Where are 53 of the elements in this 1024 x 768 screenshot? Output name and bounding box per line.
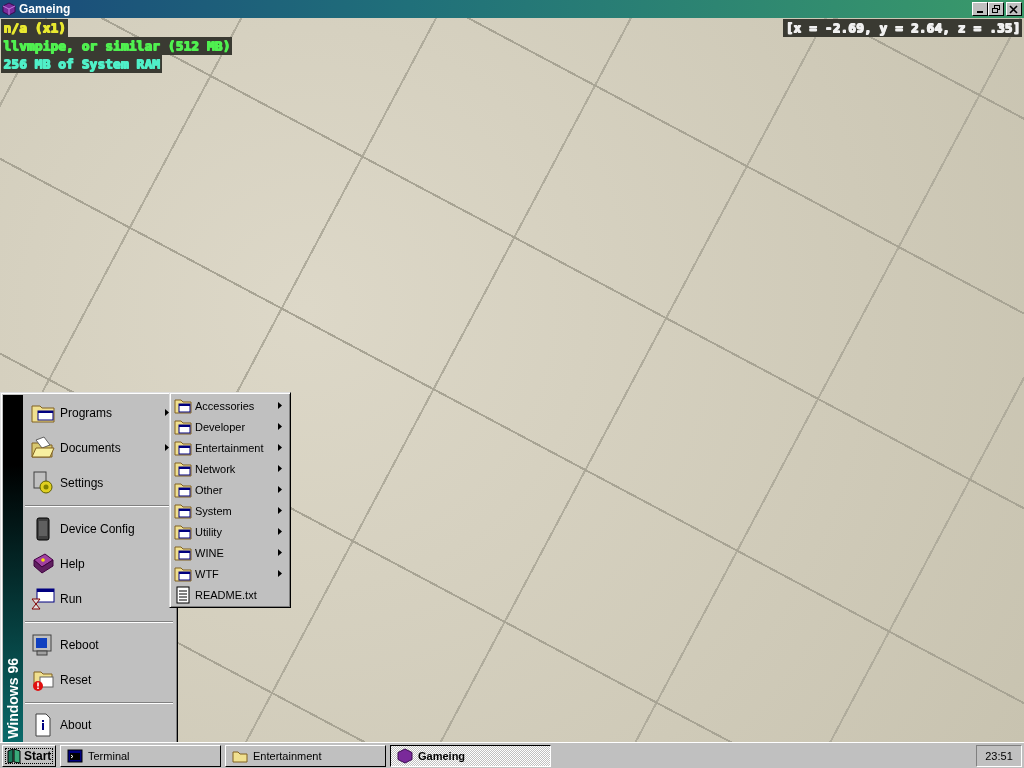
minimize-icon bbox=[977, 10, 983, 13]
window-title: Gameing bbox=[19, 2, 72, 16]
submenu-item[interactable]: WTF bbox=[172, 563, 288, 584]
hourglass-window-icon bbox=[31, 587, 55, 612]
folder-icon bbox=[174, 564, 192, 583]
taskbar-button[interactable]: Terminal bbox=[60, 744, 221, 767]
folder-icon bbox=[174, 522, 192, 541]
submenu-item[interactable]: System bbox=[172, 500, 288, 521]
monitor-icon bbox=[31, 632, 55, 657]
notepad-icon bbox=[174, 585, 192, 604]
restore-button[interactable] bbox=[988, 2, 1004, 16]
terminal-icon bbox=[67, 747, 83, 764]
cube-icon bbox=[397, 747, 413, 764]
cube-icon bbox=[2, 2, 16, 16]
menu-item[interactable]: About bbox=[23, 707, 175, 742]
restore-icon bbox=[991, 4, 1001, 14]
submenu-item[interactable]: Network bbox=[172, 458, 288, 479]
menu-item[interactable]: Reset bbox=[23, 662, 175, 698]
folder-icon bbox=[174, 417, 192, 436]
submenu-item[interactable]: Utility bbox=[172, 521, 288, 542]
close-icon bbox=[1009, 4, 1019, 14]
status-text: llvmpipe, or similar (512 MB) bbox=[1, 37, 232, 55]
status-text: n/a (x1) bbox=[1, 19, 68, 37]
coordinates-readout: [x = -2.69, y = 2.64, z = .35] bbox=[783, 19, 1022, 37]
status-text: 256 MB of System RAM bbox=[1, 55, 162, 73]
menu-item[interactable]: Settings bbox=[23, 465, 175, 501]
menu-item[interactable]: Programs bbox=[23, 395, 175, 431]
submenu-item[interactable]: Entertainment bbox=[172, 437, 288, 458]
close-button[interactable] bbox=[1006, 2, 1022, 16]
flag-icon bbox=[6, 747, 22, 764]
start-button[interactable]: Start bbox=[2, 744, 56, 767]
minimize-button[interactable] bbox=[972, 2, 988, 16]
menu-item[interactable]: Documents bbox=[23, 430, 175, 466]
folder-icon bbox=[174, 438, 192, 457]
submenu-item[interactable]: Developer bbox=[172, 416, 288, 437]
taskbar-button[interactable]: Gameing bbox=[390, 744, 551, 767]
folder-icon bbox=[174, 543, 192, 562]
menu-item[interactable]: Run bbox=[23, 581, 175, 617]
folder-icon bbox=[174, 459, 192, 478]
folder-icon bbox=[174, 396, 192, 415]
clock: 23:51 bbox=[976, 744, 1022, 767]
menu-item[interactable]: Help bbox=[23, 546, 175, 582]
banner-text: Windows 96 bbox=[4, 658, 22, 739]
submenu-item[interactable]: Accessories bbox=[172, 395, 288, 416]
submenu-item[interactable]: Other bbox=[172, 479, 288, 500]
menu-item[interactable]: Device Config bbox=[23, 511, 175, 547]
open-folder-icon bbox=[31, 436, 55, 460]
menu-item[interactable]: Reboot bbox=[23, 626, 175, 663]
taskbar-button[interactable]: Entertainment bbox=[225, 744, 386, 767]
submenu-item[interactable]: README.txt bbox=[172, 584, 288, 605]
submenu-item[interactable]: WINE bbox=[172, 542, 288, 563]
folder-icon bbox=[174, 501, 192, 520]
folder-icon bbox=[174, 480, 192, 499]
